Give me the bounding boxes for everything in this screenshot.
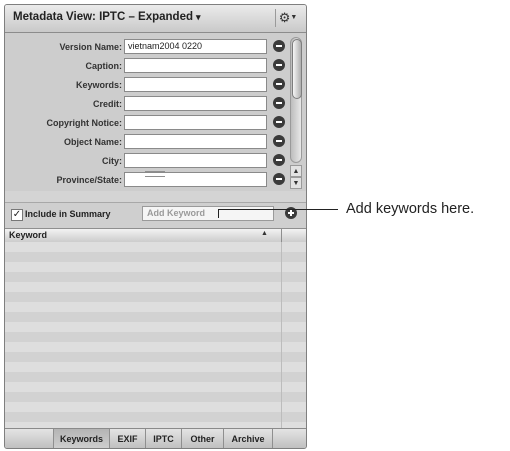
field-row-credit: Credit:	[5, 96, 288, 114]
remove-field-icon[interactable]	[273, 173, 285, 185]
callout-leader-vertical	[218, 209, 219, 218]
empty-row	[5, 382, 306, 392]
remove-field-icon[interactable]	[273, 40, 285, 52]
empty-row	[5, 302, 306, 312]
empty-row	[5, 402, 306, 412]
field-label: Copyright Notice:	[46, 118, 123, 128]
fields-scrollbar[interactable]: ▲ ▼	[290, 37, 302, 189]
empty-row	[5, 392, 306, 402]
field-row-version-name: Version Name: vietnam2004 0220	[5, 39, 288, 57]
empty-row	[5, 412, 306, 422]
keyword-column-header[interactable]: Keyword	[9, 230, 47, 240]
field-label: Province/State:	[56, 175, 122, 185]
keywords-field[interactable]	[124, 77, 267, 92]
splitter-handle[interactable]	[145, 171, 165, 177]
inspector-tab-bar: Keywords EXIF IPTC Other Archive	[5, 428, 306, 448]
metadata-inspector: Metadata View: IPTC – Expanded ▾ ⚙▼ Versi…	[4, 4, 307, 449]
field-label: Object Name:	[63, 137, 122, 147]
remove-field-icon[interactable]	[273, 97, 285, 109]
empty-row	[5, 362, 306, 372]
caption-field[interactable]	[124, 58, 267, 73]
city-field[interactable]	[124, 153, 267, 168]
callout-leader-horizontal	[218, 209, 338, 210]
empty-row	[5, 352, 306, 362]
remove-field-icon[interactable]	[273, 116, 285, 128]
empty-row	[5, 242, 306, 252]
field-label: Keywords:	[75, 80, 122, 90]
empty-row	[5, 292, 306, 302]
empty-row	[5, 272, 306, 282]
copyright-notice-field[interactable]	[124, 115, 267, 130]
empty-row	[5, 252, 306, 262]
keyword-table-header: Keyword ▲	[5, 228, 306, 243]
metadata-view-title: Metadata View: IPTC – Expanded	[13, 11, 194, 23]
field-label: City:	[102, 156, 122, 166]
metadata-view-menu[interactable]: Metadata View: IPTC – Expanded ▾	[13, 11, 201, 23]
keyword-table: Keyword ▲	[5, 228, 306, 432]
remove-field-icon[interactable]	[273, 154, 285, 166]
column-divider	[281, 242, 282, 428]
action-menu-button[interactable]: ⚙▼	[275, 9, 300, 27]
empty-row	[5, 262, 306, 272]
remove-field-icon[interactable]	[273, 78, 285, 90]
tab-iptc[interactable]: IPTC	[145, 429, 181, 448]
remove-field-icon[interactable]	[273, 59, 285, 71]
summary-bar: ✓ Include in Summary Add Keyword	[5, 202, 306, 228]
field-row-keywords: Keywords:	[5, 77, 288, 95]
field-row-object-name: Object Name:	[5, 134, 288, 152]
field-label: Caption:	[85, 61, 123, 71]
field-label: Version Name:	[59, 42, 122, 52]
field-row-copyright-notice: Copyright Notice:	[5, 115, 288, 133]
empty-row	[5, 312, 306, 322]
tab-exif[interactable]: EXIF	[109, 429, 145, 448]
field-label: Credit:	[93, 99, 122, 109]
callout-label: Add keywords here.	[346, 201, 475, 217]
gear-icon: ⚙	[278, 10, 291, 25]
tab-archive[interactable]: Archive	[223, 429, 273, 448]
empty-row	[5, 332, 306, 342]
scroll-down-icon[interactable]: ▼	[290, 177, 302, 189]
scroll-up-icon[interactable]: ▲	[290, 165, 302, 177]
scrollbar-track[interactable]	[290, 37, 302, 163]
remove-field-icon[interactable]	[273, 135, 285, 147]
empty-row	[5, 372, 306, 382]
chevron-down-icon: ▾	[196, 12, 201, 22]
column-divider	[281, 229, 282, 242]
credit-field[interactable]	[124, 96, 267, 111]
object-name-field[interactable]	[124, 134, 267, 149]
tab-keywords[interactable]: Keywords	[53, 429, 109, 448]
field-row-caption: Caption:	[5, 58, 288, 76]
empty-row	[5, 282, 306, 292]
empty-row	[5, 342, 306, 352]
keyword-table-body[interactable]	[5, 242, 306, 432]
chevron-down-icon: ▼	[290, 14, 298, 21]
sort-ascending-icon[interactable]: ▲	[261, 230, 268, 237]
metadata-fields: Version Name: vietnam2004 0220 Caption: …	[5, 33, 306, 191]
inspector-header: Metadata View: IPTC – Expanded ▾ ⚙▼	[5, 5, 306, 33]
version-name-field[interactable]: vietnam2004 0220	[124, 39, 267, 54]
scrollbar-thumb[interactable]	[292, 39, 302, 99]
field-row-city: City:	[5, 153, 288, 171]
include-in-summary-checkbox[interactable]: ✓	[11, 209, 23, 221]
tab-other[interactable]: Other	[181, 429, 223, 448]
include-in-summary-label: Include in Summary	[25, 209, 111, 219]
empty-row	[5, 322, 306, 332]
